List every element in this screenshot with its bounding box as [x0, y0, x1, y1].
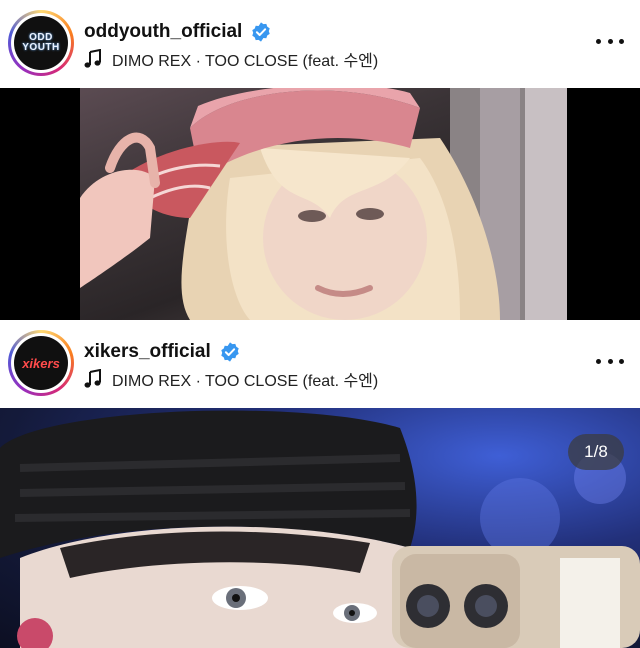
music-note-icon [84, 369, 101, 388]
more-options-button[interactable] [596, 354, 624, 368]
avatar: ODD YOUTH [14, 16, 68, 70]
post-header: xikers xikers_official DIMO REX · TOO CL… [0, 320, 640, 408]
post-photo [0, 408, 640, 648]
avatar: xikers [14, 336, 68, 390]
avatar-story-ring[interactable]: xikers [8, 330, 74, 396]
audio-track-label: DIMO REX · TOO CLOSE (feat. 수엔) [112, 53, 379, 70]
username-link[interactable]: xikers_official [84, 341, 211, 363]
verified-badge-icon [252, 22, 271, 42]
post-header: ODD YOUTH oddyouth_official DIMO REX · T… [0, 0, 640, 88]
audio-track-link[interactable]: DIMO REX · TOO CLOSE (feat. 수엔) [84, 48, 378, 70]
audio-track-link[interactable]: DIMO REX · TOO CLOSE (feat. 수엔) [84, 368, 378, 390]
verified-badge-icon [221, 342, 239, 362]
more-options-button[interactable] [596, 34, 624, 48]
photo-illustration [80, 88, 567, 320]
photo-illustration [0, 410, 640, 648]
avatar-logo-text: ODD YOUTH [22, 32, 60, 53]
more-options-icon [596, 38, 601, 44]
username-link[interactable]: oddyouth_official [84, 21, 242, 43]
post-media-carousel[interactable]: 1/8 [0, 408, 640, 648]
feed-post-oddyouth: ODD YOUTH oddyouth_official DIMO REX · T… [0, 0, 640, 320]
carousel-counter: 1/8 [568, 434, 624, 470]
post-photo [80, 88, 567, 320]
avatar-logo-text: xikers [22, 355, 60, 371]
audio-track-label: DIMO REX · TOO CLOSE (feat. 수엔) [112, 373, 379, 390]
avatar-story-ring[interactable]: ODD YOUTH [8, 10, 74, 76]
feed-post-xikers: xikers xikers_official DIMO REX · TOO CL… [0, 320, 640, 648]
music-note-icon [84, 49, 101, 68]
post-media[interactable] [0, 88, 640, 320]
more-options-icon [596, 358, 601, 364]
